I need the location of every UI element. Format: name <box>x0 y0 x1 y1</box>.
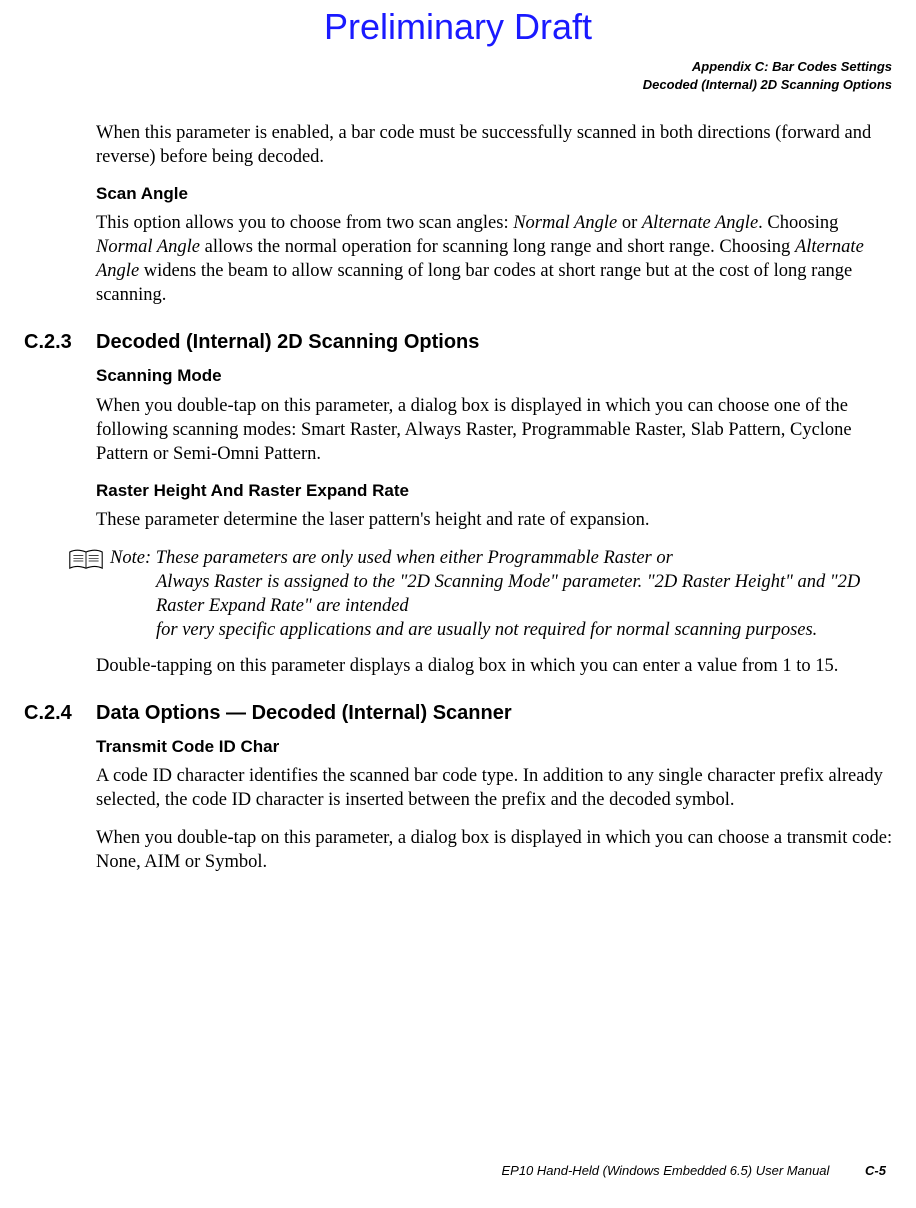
note-content: Note: These parameters are only used whe… <box>110 546 894 642</box>
text: or <box>617 213 642 233</box>
header-section: Decoded (Internal) 2D Scanning Options <box>24 76 892 94</box>
scan-angle-paragraph: This option allows you to choose from tw… <box>96 211 894 307</box>
section-title: Data Options — Decoded (Internal) Scanne… <box>96 700 512 726</box>
page-header: Appendix C: Bar Codes Settings Decoded (… <box>24 58 892 93</box>
section-title: Decoded (Internal) 2D Scanning Options <box>96 329 479 355</box>
page-footer: EP10 Hand-Held (Windows Embedded 6.5) Us… <box>501 1163 886 1178</box>
emphasis-normal-angle: Normal Angle <box>513 213 617 233</box>
book-icon <box>68 548 104 581</box>
transmit-heading: Transmit Code ID Char <box>96 736 894 758</box>
raster-paragraph-2: Double-tapping on this parameter display… <box>96 654 894 678</box>
raster-heading: Raster Height And Raster Expand Rate <box>96 480 894 502</box>
text: allows the normal operation for scanning… <box>200 237 795 257</box>
footer-manual-title: EP10 Hand-Held (Windows Embedded 6.5) Us… <box>501 1163 829 1178</box>
transmit-paragraph-2: When you double-tap on this parameter, a… <box>96 826 894 874</box>
note-line-3: for very specific applications and are u… <box>110 618 894 642</box>
text: . Choosing <box>758 213 838 233</box>
note-block: Note: These parameters are only used whe… <box>68 546 894 642</box>
note-label: Note: <box>110 548 156 568</box>
scanning-mode-paragraph: When you double-tap on this parameter, a… <box>96 394 894 466</box>
note-line-1: Note: These parameters are only used whe… <box>110 546 894 570</box>
section-c23-row: C.2.3 Decoded (Internal) 2D Scanning Opt… <box>24 329 894 355</box>
page: Preliminary Draft Appendix C: Bar Codes … <box>0 0 916 1208</box>
section-number: C.2.4 <box>24 700 96 726</box>
emphasis-alternate-angle: Alternate Angle <box>642 213 758 233</box>
footer-page-number: C-5 <box>865 1163 886 1178</box>
intro-paragraph: When this parameter is enabled, a bar co… <box>96 121 894 169</box>
scanning-mode-heading: Scanning Mode <box>96 365 894 387</box>
text: widens the beam to allow scanning of lon… <box>96 261 852 305</box>
note-line-2: Always Raster is assigned to the "2D Sca… <box>110 570 894 618</box>
note-text: These parameters are only used when eith… <box>156 548 673 568</box>
emphasis-normal-angle-2: Normal Angle <box>96 237 200 257</box>
section-c24-row: C.2.4 Data Options — Decoded (Internal) … <box>24 700 894 726</box>
scan-angle-heading: Scan Angle <box>96 183 894 205</box>
transmit-paragraph-1: A code ID character identifies the scann… <box>96 764 894 812</box>
text: This option allows you to choose from tw… <box>96 213 513 233</box>
header-appendix: Appendix C: Bar Codes Settings <box>24 58 892 76</box>
page-body: When this parameter is enabled, a bar co… <box>96 121 894 874</box>
raster-paragraph: These parameter determine the laser patt… <box>96 508 894 532</box>
section-number: C.2.3 <box>24 329 96 355</box>
watermark-label: Preliminary Draft <box>0 6 916 48</box>
